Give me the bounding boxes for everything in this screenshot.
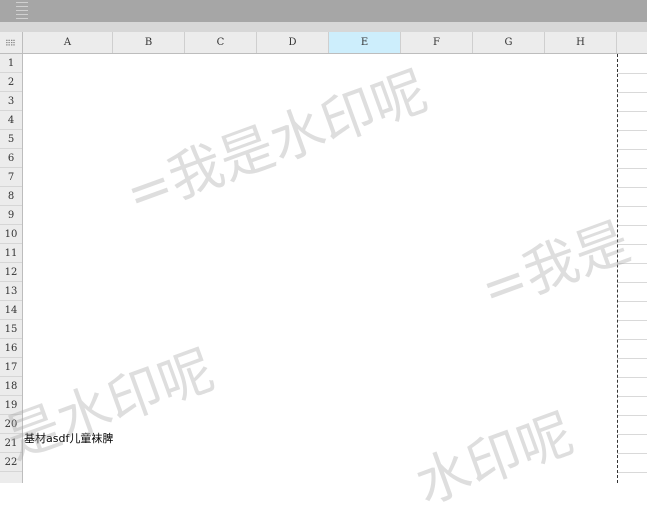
column-header-e[interactable]: E [329, 32, 401, 53]
row-header[interactable]: 7 [0, 168, 22, 187]
row-header[interactable]: 4 [0, 111, 22, 130]
row-header[interactable]: 21 [0, 434, 22, 453]
page-break-line [617, 54, 618, 483]
row-header[interactable]: 16 [0, 339, 22, 358]
select-all-corner[interactable]: ⠿⠿ [0, 32, 23, 53]
grid-dots-icon: ⠿⠿ [5, 39, 16, 48]
row-header[interactable]: 14 [0, 301, 22, 320]
row-header[interactable]: 12 [0, 263, 22, 282]
column-header-a[interactable]: A [23, 32, 113, 53]
row-header[interactable]: 3 [0, 92, 22, 111]
column-header-f[interactable]: F [401, 32, 473, 53]
row-header-column: 1 2 3 4 5 6 7 8 9 10 11 12 13 14 15 16 1… [0, 54, 23, 483]
row-header[interactable]: 6 [0, 149, 22, 168]
top-toolbar [0, 0, 647, 32]
row-header[interactable]: 18 [0, 377, 22, 396]
row-header[interactable]: 9 [0, 206, 22, 225]
column-header-b[interactable]: B [113, 32, 185, 53]
row-header[interactable]: 5 [0, 130, 22, 149]
row-header[interactable]: 20 [0, 415, 22, 434]
row-header[interactable]: 13 [0, 282, 22, 301]
column-header-g[interactable]: G [473, 32, 545, 53]
row-header[interactable]: 15 [0, 320, 22, 339]
cell-a20[interactable]: 基材asdf儿童袜脾 [24, 430, 113, 446]
row-header[interactable]: 19 [0, 396, 22, 415]
toolbar-strip [0, 22, 647, 32]
row-header[interactable]: 8 [0, 187, 22, 206]
column-header-d[interactable]: D [257, 32, 329, 53]
row-header[interactable]: 22 [0, 453, 22, 472]
column-header-c[interactable]: C [185, 32, 257, 53]
row-header[interactable]: 11 [0, 244, 22, 263]
toolbar-grip-icon[interactable] [14, 0, 30, 22]
column-header-row: ⠿⠿ A B C D E F G H [0, 32, 647, 54]
column-header-h[interactable]: H [545, 32, 617, 53]
cell-grid[interactable] [23, 54, 647, 483]
row-header[interactable]: 2 [0, 73, 22, 92]
row-header[interactable]: 1 [0, 54, 22, 73]
row-header[interactable]: 17 [0, 358, 22, 377]
row-header[interactable]: 10 [0, 225, 22, 244]
